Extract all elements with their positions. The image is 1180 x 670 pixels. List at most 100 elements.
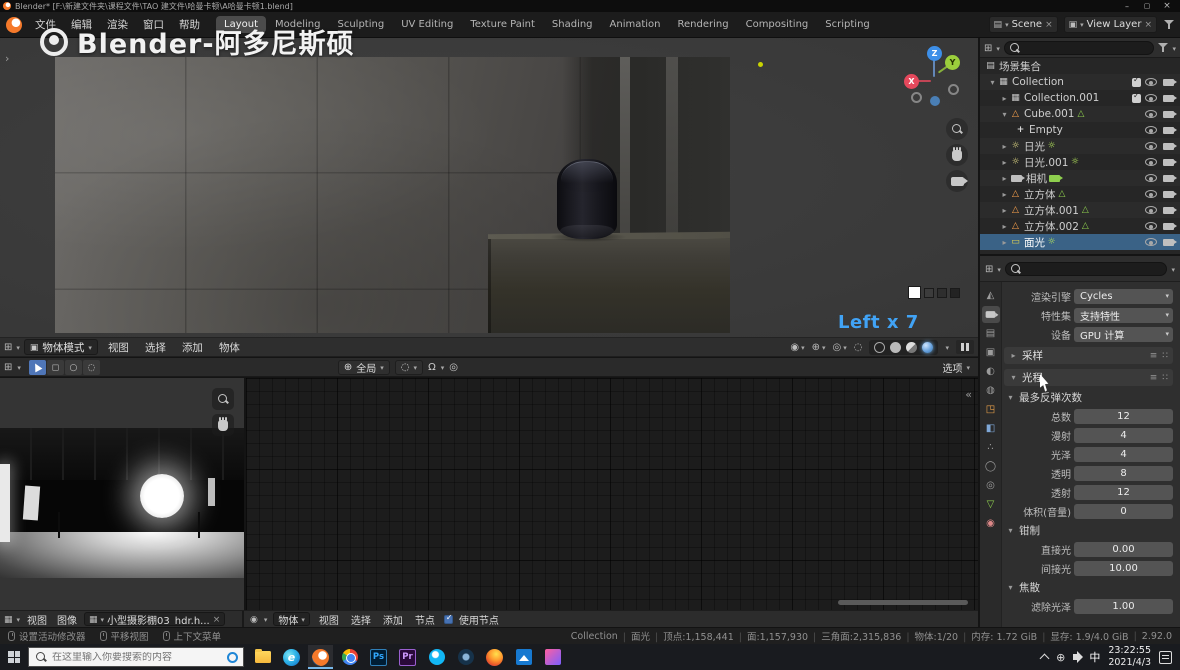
- eye-icon[interactable]: [1145, 110, 1157, 118]
- eye-icon[interactable]: [1145, 94, 1157, 102]
- use-nodes-checkbox[interactable]: [444, 615, 453, 624]
- tab-physics-properties[interactable]: [982, 458, 1000, 475]
- subpanel-caustics[interactable]: 焦散: [1006, 580, 1180, 595]
- properties-search-input[interactable]: [1005, 262, 1168, 276]
- eye-icon[interactable]: [1145, 222, 1157, 230]
- gizmos-dropdown[interactable]: [812, 341, 826, 353]
- node-menu-select[interactable]: 选择: [348, 612, 374, 627]
- network-icon[interactable]: [1056, 651, 1065, 664]
- tab-object-properties[interactable]: [982, 401, 1000, 418]
- start-button[interactable]: [2, 645, 26, 669]
- taskbar-search[interactable]: [28, 647, 244, 667]
- app-photos[interactable]: [511, 645, 536, 669]
- select-tweak-tool[interactable]: [29, 360, 46, 375]
- disclosure-triangle-icon[interactable]: [1000, 174, 1009, 183]
- minimize-button[interactable]: [1117, 0, 1137, 12]
- workspace-tab-texture-paint[interactable]: Texture Paint: [462, 16, 543, 33]
- render-visibility-icon[interactable]: [1163, 223, 1174, 230]
- render-visibility-icon[interactable]: [1163, 95, 1174, 102]
- navigation-gizmo[interactable]: Z X Y: [902, 48, 966, 112]
- node-menu-add[interactable]: 添加: [380, 612, 406, 627]
- 3d-viewport[interactable]: Z X Y Left x 7: [0, 38, 978, 337]
- workspace-tab-scripting[interactable]: Scripting: [817, 16, 877, 33]
- disclosure-triangle-icon[interactable]: [1000, 238, 1009, 247]
- maximize-button[interactable]: [1137, 0, 1157, 12]
- tab-object-data-properties[interactable]: [982, 496, 1000, 513]
- menu-icon[interactable]: [1150, 373, 1158, 383]
- collection-checkbox[interactable]: [1132, 78, 1141, 87]
- tab-world-properties[interactable]: [982, 382, 1000, 399]
- horizontal-scrollbar[interactable]: [838, 600, 968, 605]
- image-zoom-icon[interactable]: [212, 388, 234, 410]
- volume-bounces-field[interactable]: 0: [1074, 504, 1173, 519]
- node-menu-node[interactable]: 节点: [412, 612, 438, 627]
- select-lasso-tool[interactable]: [83, 360, 100, 375]
- blender-logo-icon[interactable]: [6, 17, 22, 33]
- mode-dropdown[interactable]: 物体模式: [24, 339, 98, 355]
- clock[interactable]: 23:22:55 2021/4/3: [1108, 645, 1151, 669]
- swatch-gray[interactable]: [924, 288, 934, 298]
- image-menu-image[interactable]: 图像: [54, 612, 80, 627]
- viewport-pan-hand-icon[interactable]: [946, 144, 968, 166]
- view-layer-selector[interactable]: View Layer: [1064, 16, 1157, 33]
- select-circle-tool[interactable]: [65, 360, 82, 375]
- render-visibility-icon[interactable]: [1163, 207, 1174, 214]
- editor-type-icon[interactable]: [985, 262, 993, 275]
- disclosure-triangle-icon[interactable]: [1000, 190, 1009, 199]
- workspace-tab-animation[interactable]: Animation: [602, 16, 669, 33]
- visibility-dropdown[interactable]: [790, 341, 804, 353]
- viewport-menu-add[interactable]: 添加: [176, 340, 209, 355]
- solid-shading-icon[interactable]: [890, 342, 901, 353]
- shader-editor-type-icon[interactable]: [250, 614, 258, 625]
- viewport-menu-select[interactable]: 选择: [139, 340, 172, 355]
- outliner-row-area-light[interactable]: 面光: [980, 234, 1180, 250]
- editor-type-icon[interactable]: [984, 41, 992, 54]
- overlays-dropdown[interactable]: [833, 341, 847, 353]
- outliner-filter-icon[interactable]: [1158, 43, 1168, 52]
- render-visibility-icon[interactable]: [1163, 175, 1174, 182]
- scene-selector[interactable]: Scene: [989, 16, 1058, 33]
- eye-icon[interactable]: [1145, 158, 1157, 166]
- render-visibility-icon[interactable]: [1163, 111, 1174, 118]
- outliner-row-camera[interactable]: 相机: [980, 170, 1180, 186]
- total-bounces-field[interactable]: 12: [1074, 409, 1173, 424]
- eye-icon[interactable]: [1145, 206, 1157, 214]
- workspace-tab-rendering[interactable]: Rendering: [670, 16, 737, 33]
- wireframe-shading-icon[interactable]: [874, 342, 885, 353]
- eye-icon[interactable]: [1145, 126, 1157, 134]
- disclosure-triangle-icon[interactable]: [988, 78, 997, 87]
- device-dropdown[interactable]: GPU 计算: [1074, 327, 1173, 342]
- transform-orientation-dropdown[interactable]: 全局: [338, 360, 390, 375]
- workspace-tab-uv-editing[interactable]: UV Editing: [393, 16, 461, 33]
- swatch-gray[interactable]: [950, 288, 960, 298]
- tab-particle-properties[interactable]: [982, 439, 1000, 456]
- tab-render-properties[interactable]: [982, 306, 1000, 323]
- collection-checkbox[interactable]: [1132, 94, 1141, 103]
- proportional-editing-icon[interactable]: [449, 362, 458, 373]
- outliner-row-cube-c[interactable]: 立方体.002: [980, 218, 1180, 234]
- eye-icon[interactable]: [1145, 190, 1157, 198]
- outliner-row-cube[interactable]: 立方体: [980, 186, 1180, 202]
- cortana-icon[interactable]: [227, 652, 238, 663]
- unlink-scene-icon[interactable]: [1045, 19, 1053, 30]
- outliner-row-collection-001[interactable]: Collection.001: [980, 90, 1180, 106]
- tab-view-layer-properties[interactable]: [982, 344, 1000, 361]
- viewport-camera-view-icon[interactable]: [946, 170, 968, 192]
- app-firefox[interactable]: [482, 645, 507, 669]
- render-visibility-icon[interactable]: [1163, 79, 1174, 86]
- disclosure-triangle-icon[interactable]: [1000, 142, 1009, 151]
- select-box-tool[interactable]: [47, 360, 64, 375]
- viewport-menu-view[interactable]: 视图: [102, 340, 135, 355]
- app-media-player[interactable]: [540, 645, 565, 669]
- remove-view-layer-icon[interactable]: [1144, 19, 1152, 30]
- pause-render-button[interactable]: [956, 340, 974, 354]
- tab-material-properties[interactable]: [982, 515, 1000, 532]
- workspace-tab-shading[interactable]: Shading: [544, 16, 601, 33]
- image-editor-type-icon[interactable]: [4, 614, 13, 625]
- xray-toggle[interactable]: [854, 342, 863, 353]
- node-menu-view[interactable]: 视图: [316, 612, 342, 627]
- chevron-down-icon[interactable]: [945, 341, 949, 353]
- gizmo-z-axis[interactable]: Z: [927, 46, 942, 61]
- tab-output-properties[interactable]: [982, 325, 1000, 342]
- swatch-gray[interactable]: [937, 288, 947, 298]
